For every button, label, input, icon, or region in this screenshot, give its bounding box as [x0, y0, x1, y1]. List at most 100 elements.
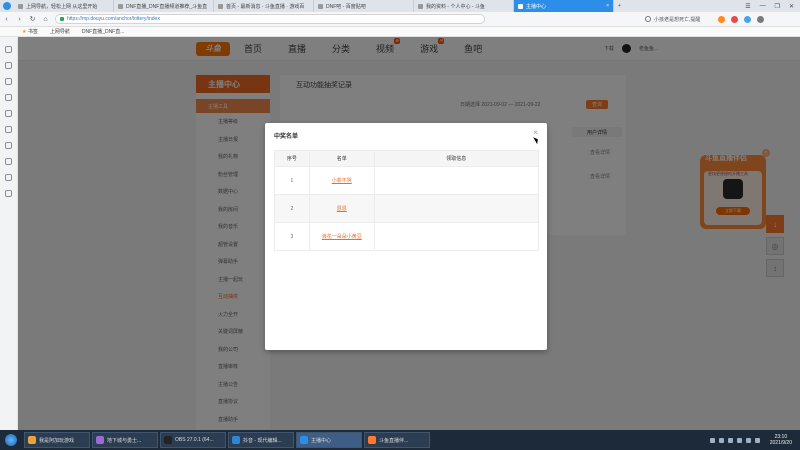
cart-icon[interactable] — [5, 174, 12, 181]
extension-icon[interactable] — [731, 15, 739, 23]
bookmarks-bar: ★ 书签 上网导航 DNF直播_DNF直... — [0, 27, 800, 37]
tray-icon[interactable] — [709, 437, 715, 443]
app-icon — [368, 436, 376, 444]
row-index: 1 — [274, 166, 310, 195]
taskbar-task[interactable]: 主播中心 — [296, 432, 362, 448]
taskbar-task[interactable]: OBS 27.0.1 (64... — [160, 432, 226, 448]
address-bar-row: ‹ › ↻ ⌂ https://mp.douyu.com/anchor/lott… — [0, 12, 800, 27]
task-label: 抖音 - 现代编辑... — [243, 437, 282, 444]
start-button[interactable] — [0, 430, 22, 450]
tab-favicon-icon — [418, 3, 423, 9]
search-suggest[interactable]: 小孩老是想死亡,提醒 — [645, 16, 700, 23]
game-icon[interactable] — [5, 158, 12, 165]
winner-name-link[interactable]: 小菲不哭 — [308, 166, 375, 195]
browser-logo-icon — [0, 0, 14, 12]
mail-icon[interactable] — [5, 142, 12, 149]
browser-tab[interactable]: 我的资料 - 个人中心 - 斗鱼 — [414, 0, 514, 12]
tab-close-icon[interactable]: × — [603, 3, 609, 9]
taskbar-task[interactable]: 抖音 - 现代编辑... — [228, 432, 294, 448]
taskbar-task[interactable]: 我是阿加玩游戏 — [24, 432, 90, 448]
task-label: 地下城与勇士... — [107, 437, 142, 444]
window-controls: ☰ — ❐ ✕ — [739, 0, 800, 12]
star-icon[interactable] — [5, 62, 12, 69]
app-icon — [232, 436, 240, 444]
history-icon[interactable] — [5, 94, 12, 101]
tray-icon[interactable] — [718, 437, 724, 443]
volume-icon[interactable] — [754, 437, 760, 443]
task-label: 主播中心 — [311, 437, 332, 444]
browser-tab[interactable]: DNF直播_DNF直播频道推荐_斗鱼直 — [114, 0, 214, 12]
menu-icon[interactable]: ☰ — [745, 3, 750, 10]
browser-tab[interactable]: 首页 - 最新消息 · 斗鱼直播 · 游戏百 — [214, 0, 314, 12]
table-row: 1 小菲不哭 — [274, 166, 540, 195]
book-icon[interactable] — [5, 78, 12, 85]
winner-name-link[interactable]: 浪花一朵朵小黄豆 — [308, 222, 375, 251]
maximize-icon[interactable]: ❐ — [775, 3, 780, 10]
edit-icon[interactable] — [5, 126, 12, 133]
extension-icon[interactable] — [744, 15, 752, 23]
tab-favicon-icon — [318, 3, 323, 9]
column-header: 序号 — [274, 150, 310, 167]
winner-list-modal: 中奖名单 × 序号 名单 领取信息 1 小菲不哭 2 恩恩 3 浪花一朵朵小黄豆 — [265, 123, 547, 350]
bookmark-item[interactable]: ★ 书签 — [22, 28, 38, 35]
tab-favicon-icon — [18, 3, 23, 9]
tray-icon[interactable] — [736, 437, 742, 443]
clock-date: 2021/9/20 — [769, 440, 792, 446]
windows-logo-icon — [5, 434, 17, 446]
browser-tab-active[interactable]: 主播中心 × — [514, 0, 614, 12]
row-index: 3 — [274, 222, 310, 251]
table-row: 3 浪花一朵朵小黄豆 — [274, 222, 540, 251]
star-icon: ★ — [22, 29, 27, 35]
taskbar-task[interactable]: 斗鱼直播伴... — [364, 432, 430, 448]
close-window-icon[interactable]: ✕ — [789, 3, 794, 10]
app-icon — [164, 436, 172, 444]
tab-favicon-icon — [118, 3, 123, 9]
tab-favicon-icon — [218, 3, 223, 9]
app-icon — [28, 436, 36, 444]
extension-icon[interactable] — [757, 15, 765, 23]
url-input[interactable]: https://mp.douyu.com/anchor/lottery/inde… — [55, 14, 485, 24]
claim-info — [373, 166, 540, 195]
bookmark-item[interactable]: 上网导航 — [50, 28, 70, 35]
column-header: 名单 — [308, 150, 375, 167]
task-label: OBS 27.0.1 (64... — [175, 437, 214, 443]
browser-tab[interactable]: DNF吧 - 百度贴吧 — [314, 0, 414, 12]
refresh-icon[interactable]: ↻ — [26, 15, 39, 23]
system-tray: 23:10 2021/9/20 — [709, 434, 800, 446]
taskbar-task[interactable]: 地下城与勇士... — [92, 432, 158, 448]
extension-icon[interactable] — [718, 15, 726, 23]
network-icon[interactable] — [745, 437, 751, 443]
new-tab-button[interactable]: + — [614, 0, 630, 12]
app-icon — [96, 436, 104, 444]
browser-tab[interactable]: 上网导航，轻松上网 从这里开始 — [14, 0, 114, 12]
claim-info — [373, 222, 540, 251]
browser-tab-bar: 上网导航，轻松上网 从这里开始 DNF直播_DNF直播频道推荐_斗鱼直 首页 -… — [0, 0, 800, 12]
table-row: 2 恩恩 — [274, 194, 540, 223]
back-icon[interactable]: ‹ — [0, 16, 13, 23]
mouse-cursor-icon — [533, 135, 540, 145]
minimize-icon[interactable]: — — [760, 3, 766, 9]
lock-icon — [60, 17, 64, 21]
bookmark-item[interactable]: DNF直播_DNF直... — [82, 28, 125, 35]
collect-icon[interactable] — [5, 46, 12, 53]
winner-table: 序号 名单 领取信息 1 小菲不哭 2 恩恩 3 浪花一朵朵小黄豆 — [274, 150, 540, 251]
forward-icon[interactable]: › — [13, 16, 26, 23]
chat-icon[interactable] — [5, 110, 12, 117]
app-icon — [300, 436, 308, 444]
tray-icon[interactable] — [727, 437, 733, 443]
clock[interactable]: 23:10 2021/9/20 — [770, 434, 792, 446]
home-icon[interactable]: ⌂ — [39, 16, 52, 23]
search-icon — [645, 16, 651, 22]
modal-title: 中奖名单 — [274, 134, 299, 140]
winner-name-link[interactable]: 恩恩 — [308, 194, 375, 223]
tab-favicon-icon — [518, 3, 523, 9]
browser-left-rail — [0, 37, 18, 430]
taskbar-tasks: 我是阿加玩游戏 地下城与勇士... OBS 27.0.1 (64... 抖音 - 现代… — [22, 432, 430, 448]
doc-icon[interactable] — [5, 190, 12, 197]
task-label: 斗鱼直播伴... — [379, 437, 409, 444]
row-index: 2 — [274, 194, 310, 223]
column-header: 领取信息 — [373, 150, 540, 167]
extension-icons — [718, 15, 765, 23]
claim-info — [373, 194, 540, 223]
task-label: 我是阿加玩游戏 — [39, 437, 75, 444]
